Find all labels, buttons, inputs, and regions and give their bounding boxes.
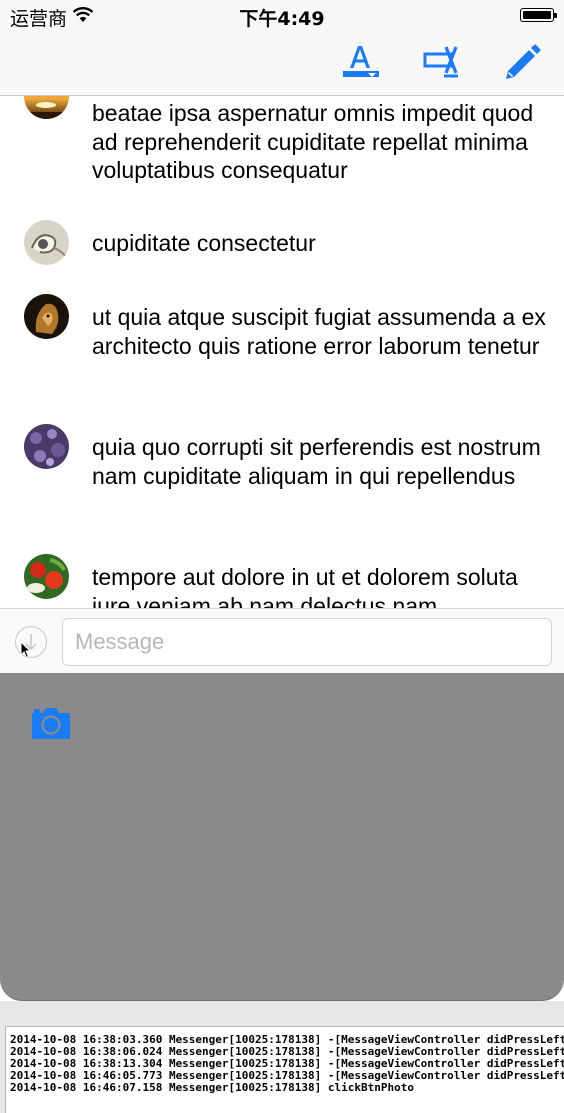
message-text: cupiditate consectetur: [92, 230, 316, 256]
toolbar: [0, 30, 564, 96]
message-input[interactable]: [62, 618, 552, 666]
earbuds-avatar[interactable]: [24, 220, 69, 265]
mouse-cursor-icon: [20, 640, 32, 664]
log-line: 2014-10-08 16:46:07.158 Messenger[10025:…: [10, 1081, 414, 1094]
message-text: quia quo corrupti sit perferendis est no…: [92, 434, 541, 489]
message-text: tempore aut dolore in ut et dolorem solu…: [92, 564, 518, 608]
message-text: beatae ipsa aspernatur omnis impedit quo…: [92, 100, 534, 183]
vegetables-avatar[interactable]: [24, 554, 69, 599]
pencil-icon[interactable]: [500, 42, 544, 86]
lion-avatar[interactable]: [24, 294, 69, 339]
extension-panel: [0, 673, 564, 1001]
message-list[interactable]: beatae ipsa aspernatur omnis impedit quo…: [0, 96, 564, 608]
clear-text-icon[interactable]: [420, 42, 464, 86]
camera-icon[interactable]: [30, 705, 72, 741]
message-text: ut quia atque suscipit fugiat assumenda …: [92, 304, 546, 359]
status-time: 下午4:49: [239, 8, 325, 30]
battery-icon: [520, 8, 557, 22]
purple-flowers-avatar[interactable]: [24, 424, 69, 469]
sunset-avatar[interactable]: [24, 96, 69, 119]
text-format-icon[interactable]: [338, 42, 382, 86]
console-output[interactable]: 2014-10-08 16:38:03.360 Messenger[10025:…: [5, 1026, 564, 1113]
input-bar: [0, 608, 564, 674]
status-bar: 运营商 下午4:49: [0, 0, 564, 30]
debug-console: 2014-10-08 16:38:03.360 Messenger[10025:…: [0, 1001, 564, 1113]
